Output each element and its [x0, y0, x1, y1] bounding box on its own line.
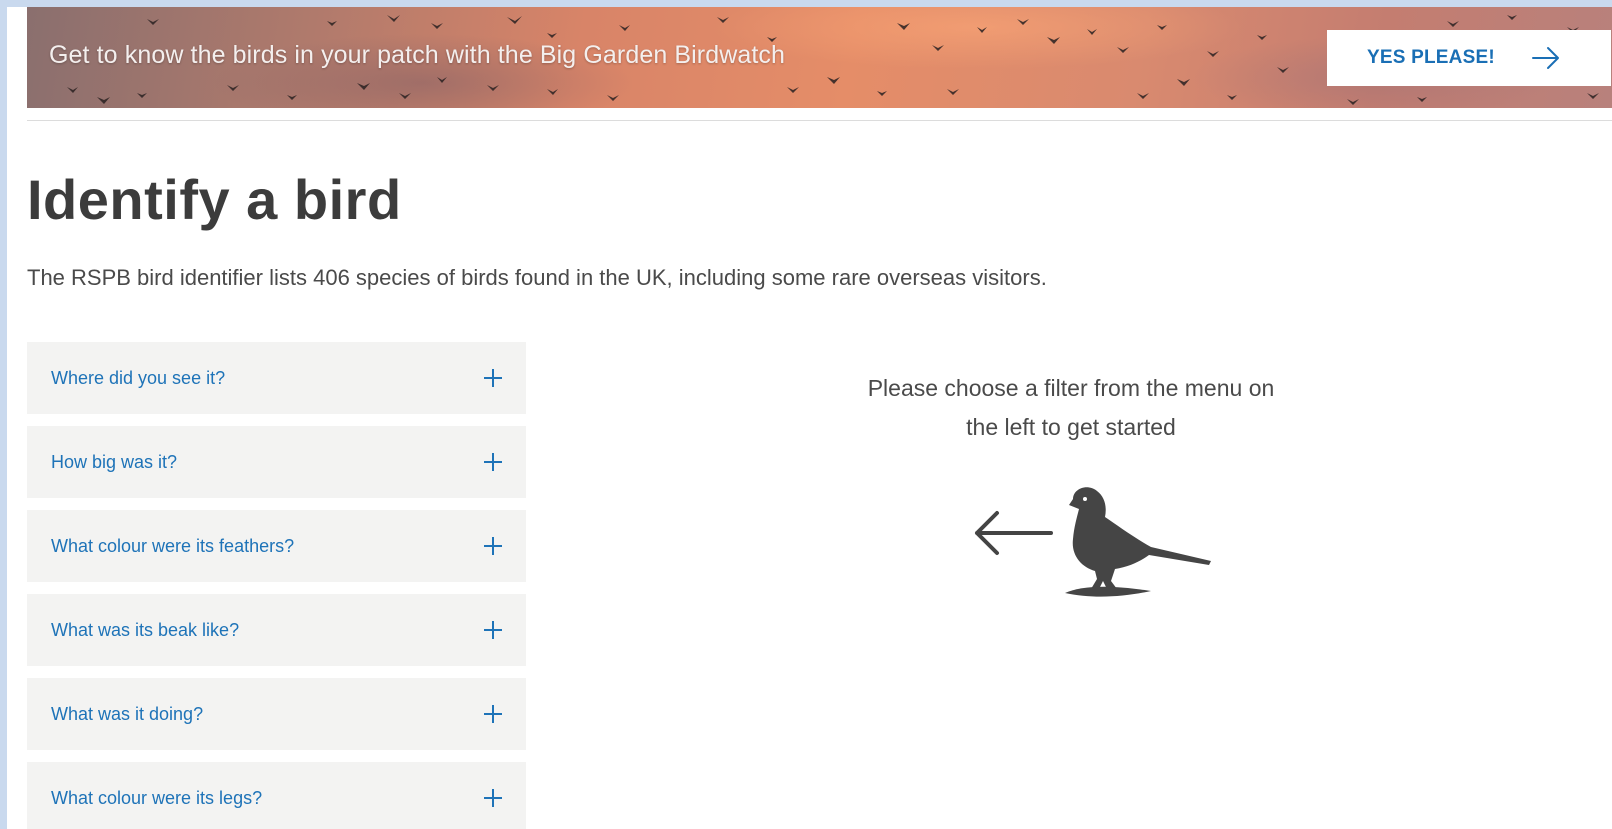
plus-icon	[484, 705, 502, 723]
page-title: Identify a bird	[27, 168, 402, 231]
intro-text: The RSPB bird identifier lists 406 speci…	[27, 265, 1047, 290]
filter-behaviour[interactable]: What was it doing?	[27, 678, 526, 750]
filter-menu: Where did you see it? How big was it? Wh…	[27, 342, 526, 829]
plus-icon	[484, 537, 502, 555]
filter-label: Where did you see it?	[51, 367, 226, 388]
prompt-line-2: the left to get started	[966, 414, 1176, 440]
prompt-line-1: Please choose a filter from the menu on	[867, 375, 1275, 401]
filter-label: What colour were its feathers?	[51, 535, 295, 556]
filter-label: What was its beak like?	[51, 619, 240, 640]
page: Get to know the birds in your patch with…	[7, 7, 1612, 829]
plus-icon	[484, 369, 502, 387]
arrow-left-icon	[975, 511, 1053, 555]
yes-please-button[interactable]: YES PLEASE!	[1327, 30, 1611, 86]
birdwatch-banner[interactable]: Get to know the birds in your patch with…	[27, 7, 1612, 108]
plus-icon	[484, 621, 502, 639]
header-divider	[27, 120, 1612, 121]
robin-silhouette-icon	[1065, 487, 1211, 597]
yes-please-label: YES PLEASE!	[1367, 47, 1495, 68]
filter-beak[interactable]: What was its beak like?	[27, 594, 526, 666]
filter-where-seen[interactable]: Where did you see it?	[27, 342, 526, 414]
filter-leg-colour[interactable]: What colour were its legs?	[27, 762, 526, 829]
filter-size[interactable]: How big was it?	[27, 426, 526, 498]
arrow-right-icon	[1531, 47, 1559, 69]
filter-label: What colour were its legs?	[51, 787, 263, 808]
prompt-graphic	[975, 487, 1211, 597]
plus-icon	[484, 453, 502, 471]
filter-feather-colour[interactable]: What colour were its feathers?	[27, 510, 526, 582]
banner-text: Get to know the birds in your patch with…	[49, 41, 786, 69]
filter-label: What was it doing?	[51, 703, 204, 724]
filter-prompt: Please choose a filter from the menu on …	[841, 369, 1301, 447]
plus-icon	[484, 789, 502, 807]
filter-label: How big was it?	[51, 451, 178, 472]
